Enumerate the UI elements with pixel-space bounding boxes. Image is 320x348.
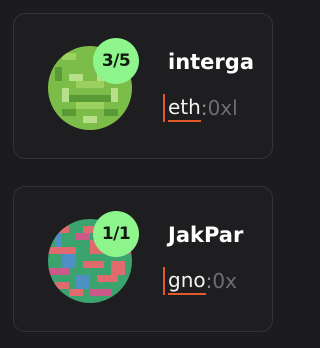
account-address[interactable]: gno : 0x bbox=[163, 265, 237, 297]
account-card[interactable]: 3/5 interga eth : 0xl bbox=[13, 13, 273, 159]
text-cursor bbox=[163, 94, 165, 122]
address-separator: : bbox=[200, 96, 208, 120]
account-address[interactable]: eth : 0xl bbox=[163, 92, 238, 124]
account-name: JakPar bbox=[168, 223, 244, 247]
address-separator: : bbox=[205, 269, 213, 293]
address-value: 0x bbox=[212, 269, 237, 293]
text-cursor bbox=[163, 267, 165, 295]
chain-prefix: eth bbox=[168, 94, 201, 122]
address-value: 0xl bbox=[207, 96, 238, 120]
chain-prefix: gno bbox=[168, 267, 206, 295]
approval-count-badge: 1/1 bbox=[93, 211, 139, 257]
approval-count-badge: 3/5 bbox=[93, 38, 139, 84]
account-name: interga bbox=[168, 50, 254, 74]
account-card[interactable]: 1/1 JakPar gno : 0x bbox=[13, 186, 273, 332]
